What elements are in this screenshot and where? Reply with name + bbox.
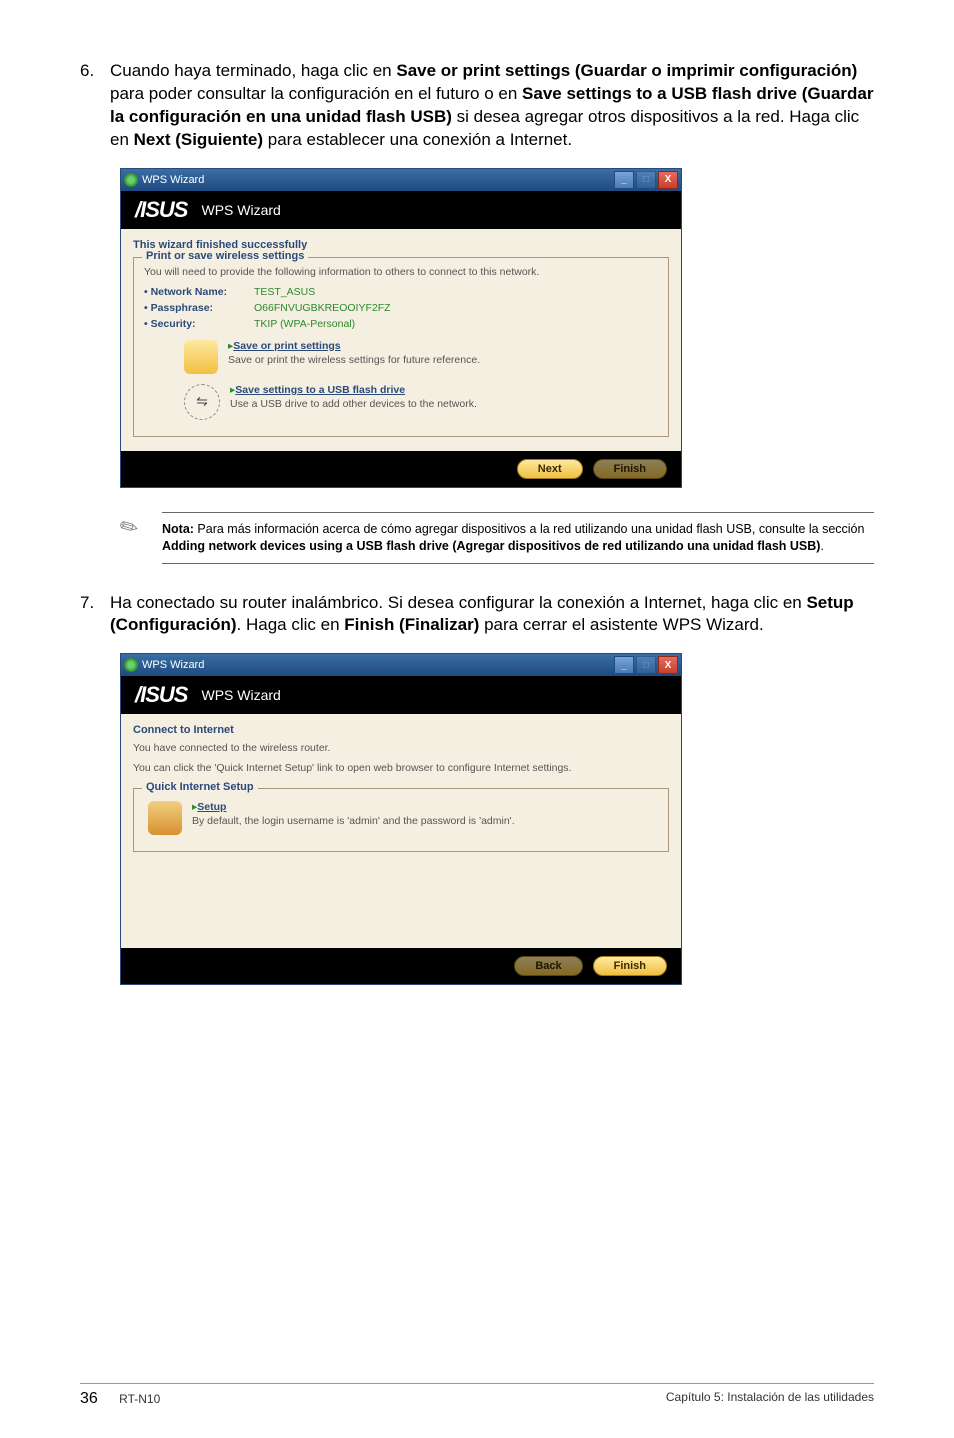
step-6-text: Cuando haya terminado, haga clic en Save… [110,60,874,152]
asus-header: ISUS WPS Wizard [121,676,681,714]
wps-wizard-dialog-1: WPS Wizard _ □ X ISUS WPS Wizard This wi… [120,168,682,488]
asus-logo: ISUS [135,682,187,708]
step-7-text: Ha conectado su router inalámbrico. Si d… [110,592,874,638]
step7-b2: Finish (Finalizar) [344,615,479,634]
asus-logo: ISUS [135,197,187,223]
kv-security: Security: TKIP (WPA-Personal) [144,318,658,330]
titlebar: WPS Wizard _ □ X [121,654,681,676]
note-text: Nota: Para más información acerca de cóm… [162,512,874,564]
step7-mid1: . Haga clic en [237,615,345,634]
page-number: 36 [80,1390,98,1407]
kv-key: Security: [144,318,254,330]
step7-post: para cerrar el asistente WPS Wizard. [479,615,763,634]
step6-mid1: para poder consultar la configuración en… [110,84,522,103]
step-6-number: 6. [80,60,110,152]
save-usb-sub: Use a USB drive to add other devices to … [230,398,477,410]
save-print-icon [184,340,218,374]
finish-button[interactable]: Finish [593,459,667,479]
titlebar: WPS Wizard _ □ X [121,169,681,191]
step6-b3: Next (Siguiente) [134,130,263,149]
note-b1: Adding network devices using a USB flash… [162,539,820,553]
step7-pre: Ha conectado su router inalámbrico. Si d… [110,593,806,612]
kv-val: O66FNVUGBKREOOIYF2FZ [254,302,391,314]
quick-setup-hint: You can click the 'Quick Internet Setup'… [133,762,669,774]
wizard-heading: Connect to Internet [133,724,669,736]
window-title: WPS Wizard [142,659,204,671]
footer-chapter: Capítulo 5: Instalación de las utilidade… [666,1390,874,1408]
page-footer: 36 RT-N10 Capítulo 5: Instalación de las… [80,1383,874,1408]
minimize-button[interactable]: _ [614,171,634,189]
pencil-icon: ✎ [115,507,153,545]
print-save-fieldset: Print or save wireless settings You will… [133,257,669,437]
save-usb-link[interactable]: Save settings to a USB flash drive [230,384,477,396]
fieldset-legend: Print or save wireless settings [142,250,308,262]
step-6: 6. Cuando haya terminado, haga clic en S… [80,60,874,152]
kv-val: TKIP (WPA-Personal) [254,318,355,330]
minimize-button[interactable]: _ [614,656,634,674]
save-usb-block: ⇋ Save settings to a USB flash drive Use… [184,384,658,420]
connected-text: You have connected to the wireless route… [133,742,669,754]
step-7-number: 7. [80,592,110,638]
kv-val: TEST_ASUS [254,286,315,298]
usb-icon: ⇋ [184,384,220,420]
save-print-link[interactable]: Save or print settings [228,340,480,352]
footer-model: RT-N10 [119,1392,160,1406]
kv-key: Network Name: [144,286,254,298]
quick-internet-fieldset: Quick Internet Setup Setup By default, t… [133,788,669,852]
save-print-sub: Save or print the wireless settings for … [228,354,480,366]
step-7: 7. Ha conectado su router inalámbrico. S… [80,592,874,638]
asus-header: ISUS WPS Wizard [121,191,681,229]
kv-passphrase: Passphrase: O66FNVUGBKREOOIYF2FZ [144,302,658,314]
setup-sub: By default, the login username is 'admin… [192,815,515,827]
back-button[interactable]: Back [514,956,582,976]
app-icon [124,173,138,187]
note-lead: Nota: [162,522,194,536]
step6-post: para establecer una conexión a Internet. [263,130,572,149]
save-print-block: Save or print settings Save or print the… [184,340,658,374]
maximize-button: □ [636,656,656,674]
close-button[interactable]: X [658,171,678,189]
app-icon [124,658,138,672]
maximize-button: □ [636,171,656,189]
wizard-title: WPS Wizard [201,687,280,703]
next-button[interactable]: Next [517,459,583,479]
setup-block: Setup By default, the login username is … [148,801,658,835]
window-title: WPS Wizard [142,174,204,186]
setup-link[interactable]: Setup [192,801,515,813]
finish-button[interactable]: Finish [593,956,667,976]
step6-pre: Cuando haya terminado, haga clic en [110,61,396,80]
kv-key: Passphrase: [144,302,254,314]
note-block: ✎ Nota: Para más información acerca de c… [120,512,874,564]
wps-wizard-dialog-2: WPS Wizard _ □ X ISUS WPS Wizard Connect… [120,653,682,985]
setup-icon [148,801,182,835]
note-t1: Para más información acerca de cómo agre… [194,522,865,536]
step6-b1: Save or print settings (Guardar o imprim… [396,61,857,80]
close-button[interactable]: X [658,656,678,674]
fieldset-text: You will need to provide the following i… [144,266,658,278]
fieldset-legend: Quick Internet Setup [142,781,258,793]
note-t2: . [820,539,823,553]
wizard-title: WPS Wizard [201,202,280,218]
kv-network-name: Network Name: TEST_ASUS [144,286,658,298]
